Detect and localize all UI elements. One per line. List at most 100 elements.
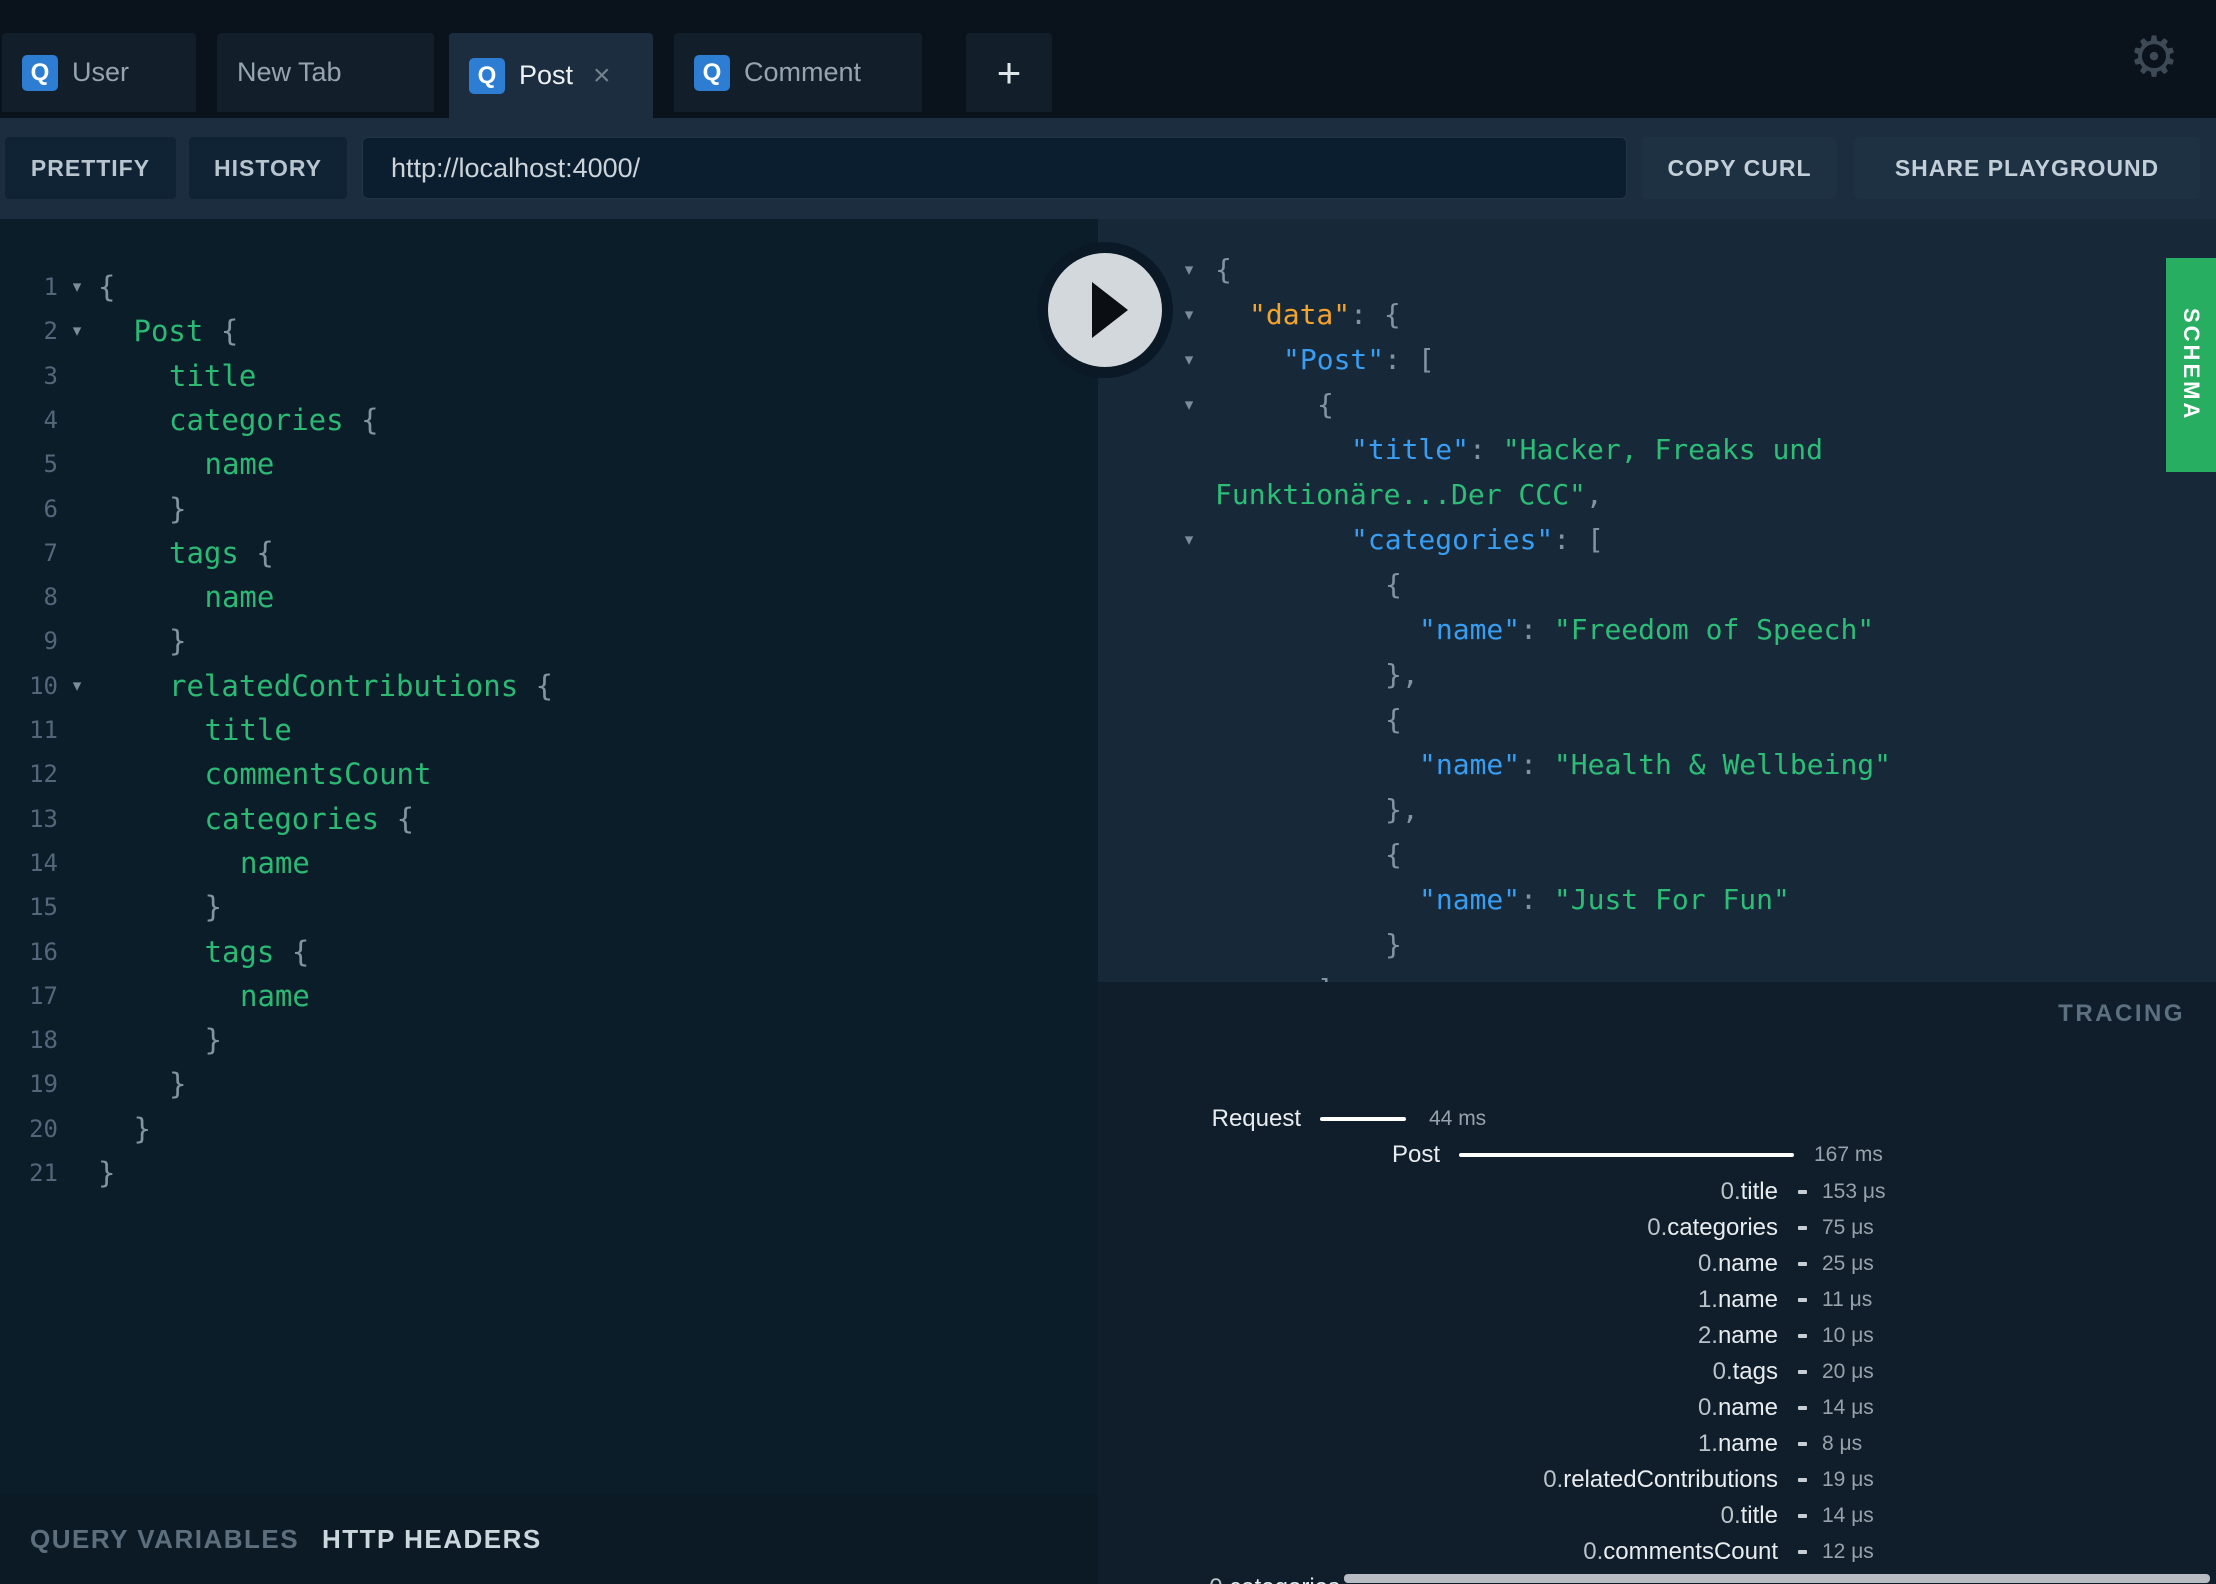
tracing-header[interactable]: TRACING: [2058, 1000, 2185, 1028]
query-code-line: name: [240, 978, 310, 1013]
query-badge-icon: Q: [22, 54, 58, 91]
response-code-line: }: [1385, 928, 1402, 961]
tracing-dash: [1798, 1478, 1807, 1482]
history-button[interactable]: HISTORY: [189, 137, 347, 199]
horizontal-scrollbar[interactable]: [1344, 1574, 2210, 1583]
fold-arrow-icon[interactable]: ▾: [64, 309, 90, 353]
response-code-line: },: [1385, 658, 1419, 691]
tracing-row-label: 0.relatedContributions: [1543, 1466, 1778, 1493]
line-number: 10: [29, 671, 58, 700]
line-number: 11: [29, 716, 58, 744]
tab-user[interactable]: Q User: [2, 33, 196, 112]
query-code-line: tags {: [169, 535, 274, 570]
tab-new-tab[interactable]: New Tab: [217, 33, 434, 112]
tracing-time: 12 μs: [1822, 1540, 1874, 1563]
tracing-time: 44 ms: [1429, 1107, 1487, 1130]
tracing-dash: [1798, 1406, 1807, 1410]
fold-arrow-icon[interactable]: ▾: [1176, 518, 1202, 562]
tracing-dash: [1798, 1334, 1807, 1338]
tab-comment[interactable]: Q Comment: [674, 33, 922, 112]
fold-arrow-icon[interactable]: ▾: [1176, 338, 1202, 382]
tracing-dash: [1798, 1550, 1807, 1554]
tracing-time: 10 μs: [1822, 1324, 1874, 1347]
response-code-line: {: [1385, 568, 1402, 601]
query-badge-icon: Q: [469, 57, 505, 94]
tracing-dash: [1798, 1190, 1807, 1194]
response-code-line: "name": "Freedom of Speech": [1419, 613, 1875, 646]
settings-gear-icon[interactable]: ⚙: [2122, 22, 2186, 92]
tracing-panel: TRACING Request 44 ms Post 167 ms 0.title 153…: [1098, 982, 2216, 1584]
fold-arrow-icon[interactable]: ▾: [1176, 248, 1202, 292]
tracing-time: 14 μs: [1822, 1504, 1874, 1527]
tracing-dash: [1798, 1262, 1807, 1266]
tracing-time: 8 μs: [1822, 1432, 1863, 1455]
tracing-dash: [1798, 1298, 1807, 1302]
schema-side-tab[interactable]: SCHEMA: [2166, 258, 2216, 472]
fold-arrow-icon[interactable]: ▾: [1176, 293, 1202, 337]
share-playground-button[interactable]: SHARE PLAYGROUND: [1854, 137, 2200, 199]
line-number: 1: [43, 273, 58, 301]
line-number: 6: [43, 494, 58, 523]
query-code-line: {: [98, 270, 116, 304]
query-code-line: title: [204, 713, 292, 747]
line-number: 17: [29, 981, 58, 1010]
line-number: 15: [29, 893, 58, 922]
response-code-line: },: [1385, 793, 1419, 826]
fold-arrow-icon[interactable]: ▾: [64, 265, 90, 309]
http-headers-tab[interactable]: HTTP HEADERS: [322, 1495, 542, 1584]
tracing-row-clipped: 0.categories: [1209, 1571, 1340, 1584]
query-code-line: name: [204, 580, 275, 615]
tab-label: User: [72, 57, 130, 87]
line-number: 21: [29, 1159, 58, 1187]
tracing-row-label: Post: [1391, 1141, 1440, 1168]
response-viewer: ▾ {▾ "data": {▾ "Post": [▾ {"title": "Hacker…: [1098, 219, 2216, 982]
tab-bar: Q User New Tab Q Post × Q Comment + ⚙: [0, 0, 2216, 118]
tracing-time: 167 ms: [1814, 1143, 1883, 1166]
tracing-row-label: 1.name: [1697, 1430, 1778, 1457]
query-badge-icon: Q: [694, 54, 730, 91]
tracing-time: 75 μs: [1822, 1216, 1874, 1239]
query-code-line: relatedContributions {: [169, 668, 554, 703]
query-code-line: }: [133, 1111, 151, 1146]
tracing-row-label: 0.commentsCount: [1583, 1538, 1778, 1565]
tab-label: Comment: [744, 57, 862, 87]
response-code-line: {: [1385, 838, 1402, 871]
copy-curl-button[interactable]: COPY CURL: [1642, 137, 1837, 199]
tracing-duration-bar: [1459, 1153, 1794, 1157]
tracing-dash: [1798, 1514, 1807, 1518]
tracing-row-label: 0.name: [1697, 1250, 1778, 1277]
fold-arrow-icon[interactable]: ▾: [1176, 383, 1202, 427]
response-code-line: "data": {: [1249, 298, 1401, 331]
play-icon: [1048, 253, 1162, 367]
tracing-time: 11 μs: [1822, 1288, 1873, 1311]
line-number: 18: [29, 1026, 58, 1055]
add-tab-button[interactable]: +: [966, 33, 1052, 112]
tab-post[interactable]: Q Post ×: [449, 33, 653, 118]
response-code-line: {: [1385, 703, 1402, 736]
tracing-dash: [1798, 1226, 1807, 1230]
line-number: 4: [43, 405, 58, 434]
tracing-row-label: Request: [1211, 1105, 1301, 1132]
tracing-dash: [1798, 1370, 1807, 1374]
line-number: 19: [29, 1070, 58, 1099]
query-code-line: name: [240, 845, 310, 880]
prettify-button[interactable]: PRETTIFY: [5, 137, 176, 199]
tracing-time: 25 μs: [1822, 1252, 1874, 1275]
response-code-line: Funktionäre...Der CCC",: [1215, 478, 1603, 511]
query-editor[interactable]: 1 ▾{2 ▾ Post {3 title 4 categories {5 name 6} 7 ta…: [0, 219, 1098, 1495]
query-code-line: name: [204, 447, 275, 482]
tab-label: Post: [519, 60, 574, 90]
endpoint-url-input[interactable]: [362, 137, 1627, 199]
query-code-line: }: [204, 890, 222, 925]
schema-tab-label: SCHEMA: [2179, 308, 2204, 422]
line-number: 5: [43, 450, 58, 479]
line-number: 2: [43, 317, 58, 346]
query-code-line: commentsCount: [204, 757, 432, 792]
query-variables-tab[interactable]: QUERY VARIABLES: [30, 1495, 299, 1584]
response-code-line: "categories": [: [1351, 523, 1604, 556]
close-icon[interactable]: ×: [593, 60, 611, 91]
query-code-line: title: [169, 358, 257, 393]
tracing-time: 20 μs: [1822, 1360, 1874, 1383]
fold-arrow-icon[interactable]: ▾: [64, 664, 90, 708]
execute-query-button[interactable]: [1037, 242, 1173, 378]
